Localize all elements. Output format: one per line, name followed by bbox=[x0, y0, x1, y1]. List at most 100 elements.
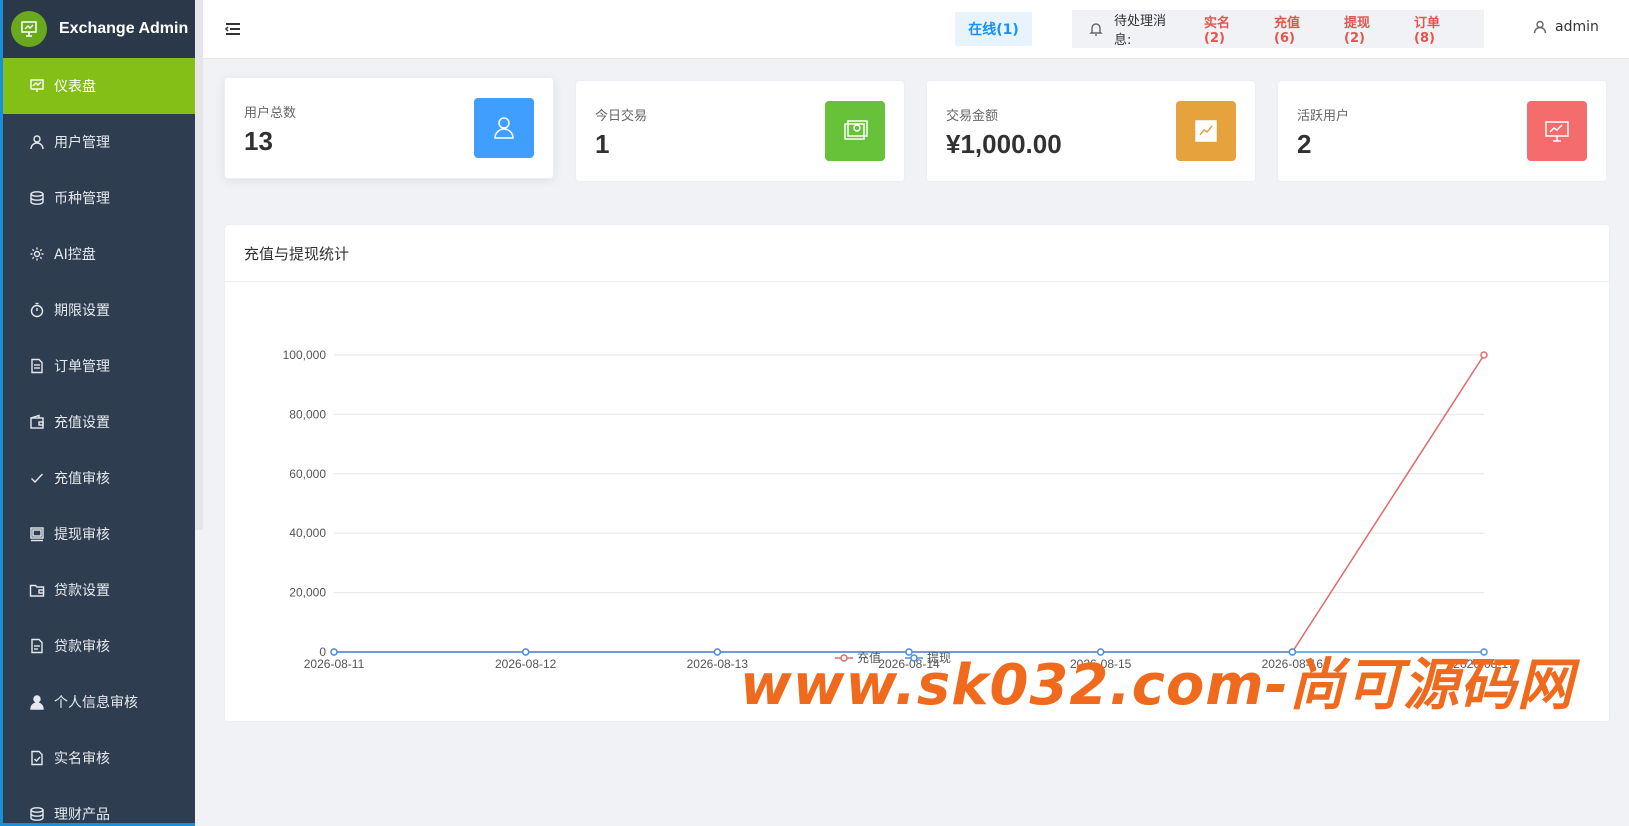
bell-icon bbox=[1088, 21, 1104, 37]
sidebar-item-label: 订单管理 bbox=[54, 359, 110, 375]
notice-recharge-link[interactable]: 充值(6) bbox=[1274, 12, 1320, 46]
notice-realname-link[interactable]: 实名(2) bbox=[1204, 12, 1250, 46]
file-icon bbox=[28, 637, 46, 655]
sidebar-item-label: 期限设置 bbox=[54, 303, 110, 319]
pending-notices: 待处理消息: 实名(2) 充值(6) 提现(2) 订单(8) bbox=[1072, 10, 1484, 48]
verified-file-icon bbox=[28, 749, 46, 767]
check-icon bbox=[28, 469, 46, 487]
sidebar-scrollbar[interactable] bbox=[195, 0, 203, 530]
stat-label: 今日交易 bbox=[595, 109, 648, 124]
x-tick-label: 2026-08-16 bbox=[1262, 657, 1324, 671]
legend-marker bbox=[840, 654, 848, 662]
sidebar-item-0[interactable]: 仪表盘 bbox=[3, 58, 195, 114]
coins-icon bbox=[28, 805, 46, 823]
sidebar-item-label: 充值设置 bbox=[54, 415, 110, 431]
sidebar-item-6[interactable]: 充值设置 bbox=[3, 394, 195, 450]
sidebar: Exchange Admin 仪表盘用户管理币种管理 AI控盘期限设置订单管理充值… bbox=[0, 0, 195, 826]
sidebar-item-label: 币种管理 bbox=[54, 191, 110, 207]
sidebar-item-label: 个人信息审核 bbox=[54, 695, 138, 711]
brand[interactable]: Exchange Admin bbox=[3, 0, 195, 58]
stat-card-active-users: 活跃用户 2 bbox=[1277, 80, 1607, 182]
sidebar-item-11[interactable]: 个人信息审核 bbox=[3, 674, 195, 730]
stat-label: 用户总数 bbox=[244, 106, 297, 121]
stat-card-total-users: 用户总数 13 bbox=[224, 77, 554, 179]
document-icon bbox=[28, 357, 46, 375]
stat-value: ¥1,000.00 bbox=[946, 129, 1062, 159]
sidebar-item-4[interactable]: 期限设置 bbox=[3, 282, 195, 338]
stat-value: 1 bbox=[595, 129, 610, 159]
money-icon bbox=[825, 101, 885, 161]
sidebar-item-label: 理财产品 bbox=[54, 807, 110, 823]
data-point bbox=[1480, 351, 1488, 359]
sidebar-item-10[interactable]: 贷款审核 bbox=[3, 618, 195, 674]
legend-marker bbox=[910, 654, 918, 662]
person-icon bbox=[28, 693, 46, 711]
data-point bbox=[1480, 648, 1488, 656]
user-menu[interactable]: admin bbox=[1533, 19, 1599, 35]
data-point bbox=[1288, 648, 1297, 656]
sidebar-item-2[interactable]: 币种管理 bbox=[3, 170, 195, 226]
dashboard-icon bbox=[28, 77, 46, 95]
legend-label: 充值 bbox=[857, 650, 881, 665]
x-tick-label: 2026-08-12 bbox=[495, 657, 557, 671]
sidebar-item-label: 提现审核 bbox=[54, 527, 110, 543]
app-title: Exchange Admin bbox=[59, 20, 189, 37]
notice-withdraw-link[interactable]: 提现(2) bbox=[1344, 12, 1390, 46]
withdraw-icon bbox=[28, 525, 46, 543]
x-tick-label: 2026-08-11 bbox=[304, 657, 365, 671]
sidebar-item-12[interactable]: 实名审核 bbox=[3, 730, 195, 786]
timer-icon bbox=[28, 301, 46, 319]
header: 在线(1) 待处理消息: 实名(2) 充值(6) 提现(2) 订单(8) adm… bbox=[203, 0, 1629, 59]
notice-label: 待处理消息: bbox=[1114, 14, 1167, 48]
user-icon bbox=[474, 98, 534, 158]
presentation-icon bbox=[1527, 101, 1587, 161]
data-point bbox=[905, 648, 913, 656]
sidebar-item-7[interactable]: 充值审核 bbox=[3, 450, 195, 506]
y-tick-label: 20,000 bbox=[289, 586, 326, 600]
sidebar-item-label: 仪表盘 bbox=[54, 79, 96, 95]
wallet-icon bbox=[28, 413, 46, 431]
username: admin bbox=[1555, 19, 1599, 35]
y-tick-label: 100,000 bbox=[283, 348, 327, 362]
notice-order-link[interactable]: 订单(8) bbox=[1414, 12, 1460, 46]
sidebar-item-label: 充值审核 bbox=[54, 471, 110, 487]
sidebar-item-label: 用户管理 bbox=[54, 135, 110, 151]
user-icon bbox=[1533, 20, 1547, 34]
sidebar-item-3[interactable]: AI控盘 bbox=[3, 226, 195, 282]
sidebar-item-13[interactable]: 理财产品 bbox=[3, 786, 195, 823]
trend-icon bbox=[1176, 101, 1236, 161]
sidebar-item-5[interactable]: 订单管理 bbox=[3, 338, 195, 394]
coins-icon bbox=[28, 189, 46, 207]
gear-icon bbox=[28, 245, 46, 263]
line-chart: 020,00040,00060,00080,000100,0002026-08-… bbox=[283, 348, 1515, 671]
brand-logo-icon bbox=[11, 11, 47, 47]
sidebar-item-9[interactable]: 贷款设置 bbox=[3, 562, 195, 618]
stat-value: 13 bbox=[244, 126, 273, 156]
data-point bbox=[521, 648, 530, 656]
folder-icon bbox=[28, 581, 46, 599]
legend-label: 提现 bbox=[927, 650, 951, 665]
recharge-withdraw-chart-card: 充值与提现统计 0 20,000 40,000 60,000 80,000 100,000… bbox=[224, 224, 1610, 722]
data-point bbox=[330, 648, 338, 656]
online-count-badge[interactable]: 在线(1) bbox=[955, 12, 1032, 46]
x-tick-label: 2026-08-15 bbox=[1070, 657, 1132, 671]
stat-value: 2 bbox=[1297, 129, 1312, 159]
data-point bbox=[713, 648, 722, 656]
sidebar-item-8[interactable]: 提现审核 bbox=[3, 506, 195, 562]
stat-card-today-trades: 今日交易 1 bbox=[575, 80, 905, 182]
x-tick-label: 2026-08-17 bbox=[1453, 657, 1515, 671]
stat-card-trade-amount: 交易金额 ¥1,000.00 bbox=[926, 80, 1256, 182]
menu-toggle-icon[interactable] bbox=[224, 20, 242, 38]
user-icon bbox=[28, 133, 46, 151]
data-point bbox=[1096, 648, 1105, 656]
sidebar-menu: 仪表盘用户管理币种管理 AI控盘期限设置订单管理充值设置充值审核提现审核贷款设置贷… bbox=[3, 58, 195, 823]
sidebar-item-label: 贷款设置 bbox=[54, 583, 110, 599]
y-tick-label: 60,000 bbox=[289, 467, 326, 481]
stat-label: 交易金额 bbox=[946, 109, 999, 124]
x-tick-label: 2026-08-13 bbox=[687, 657, 749, 671]
sidebar-item-1[interactable]: 用户管理 bbox=[3, 114, 195, 170]
series-line-0 bbox=[334, 354, 1485, 653]
sidebar-item-label: 贷款审核 bbox=[54, 639, 110, 655]
y-tick-label: 40,000 bbox=[289, 526, 326, 540]
stat-label: 活跃用户 bbox=[1297, 109, 1350, 124]
